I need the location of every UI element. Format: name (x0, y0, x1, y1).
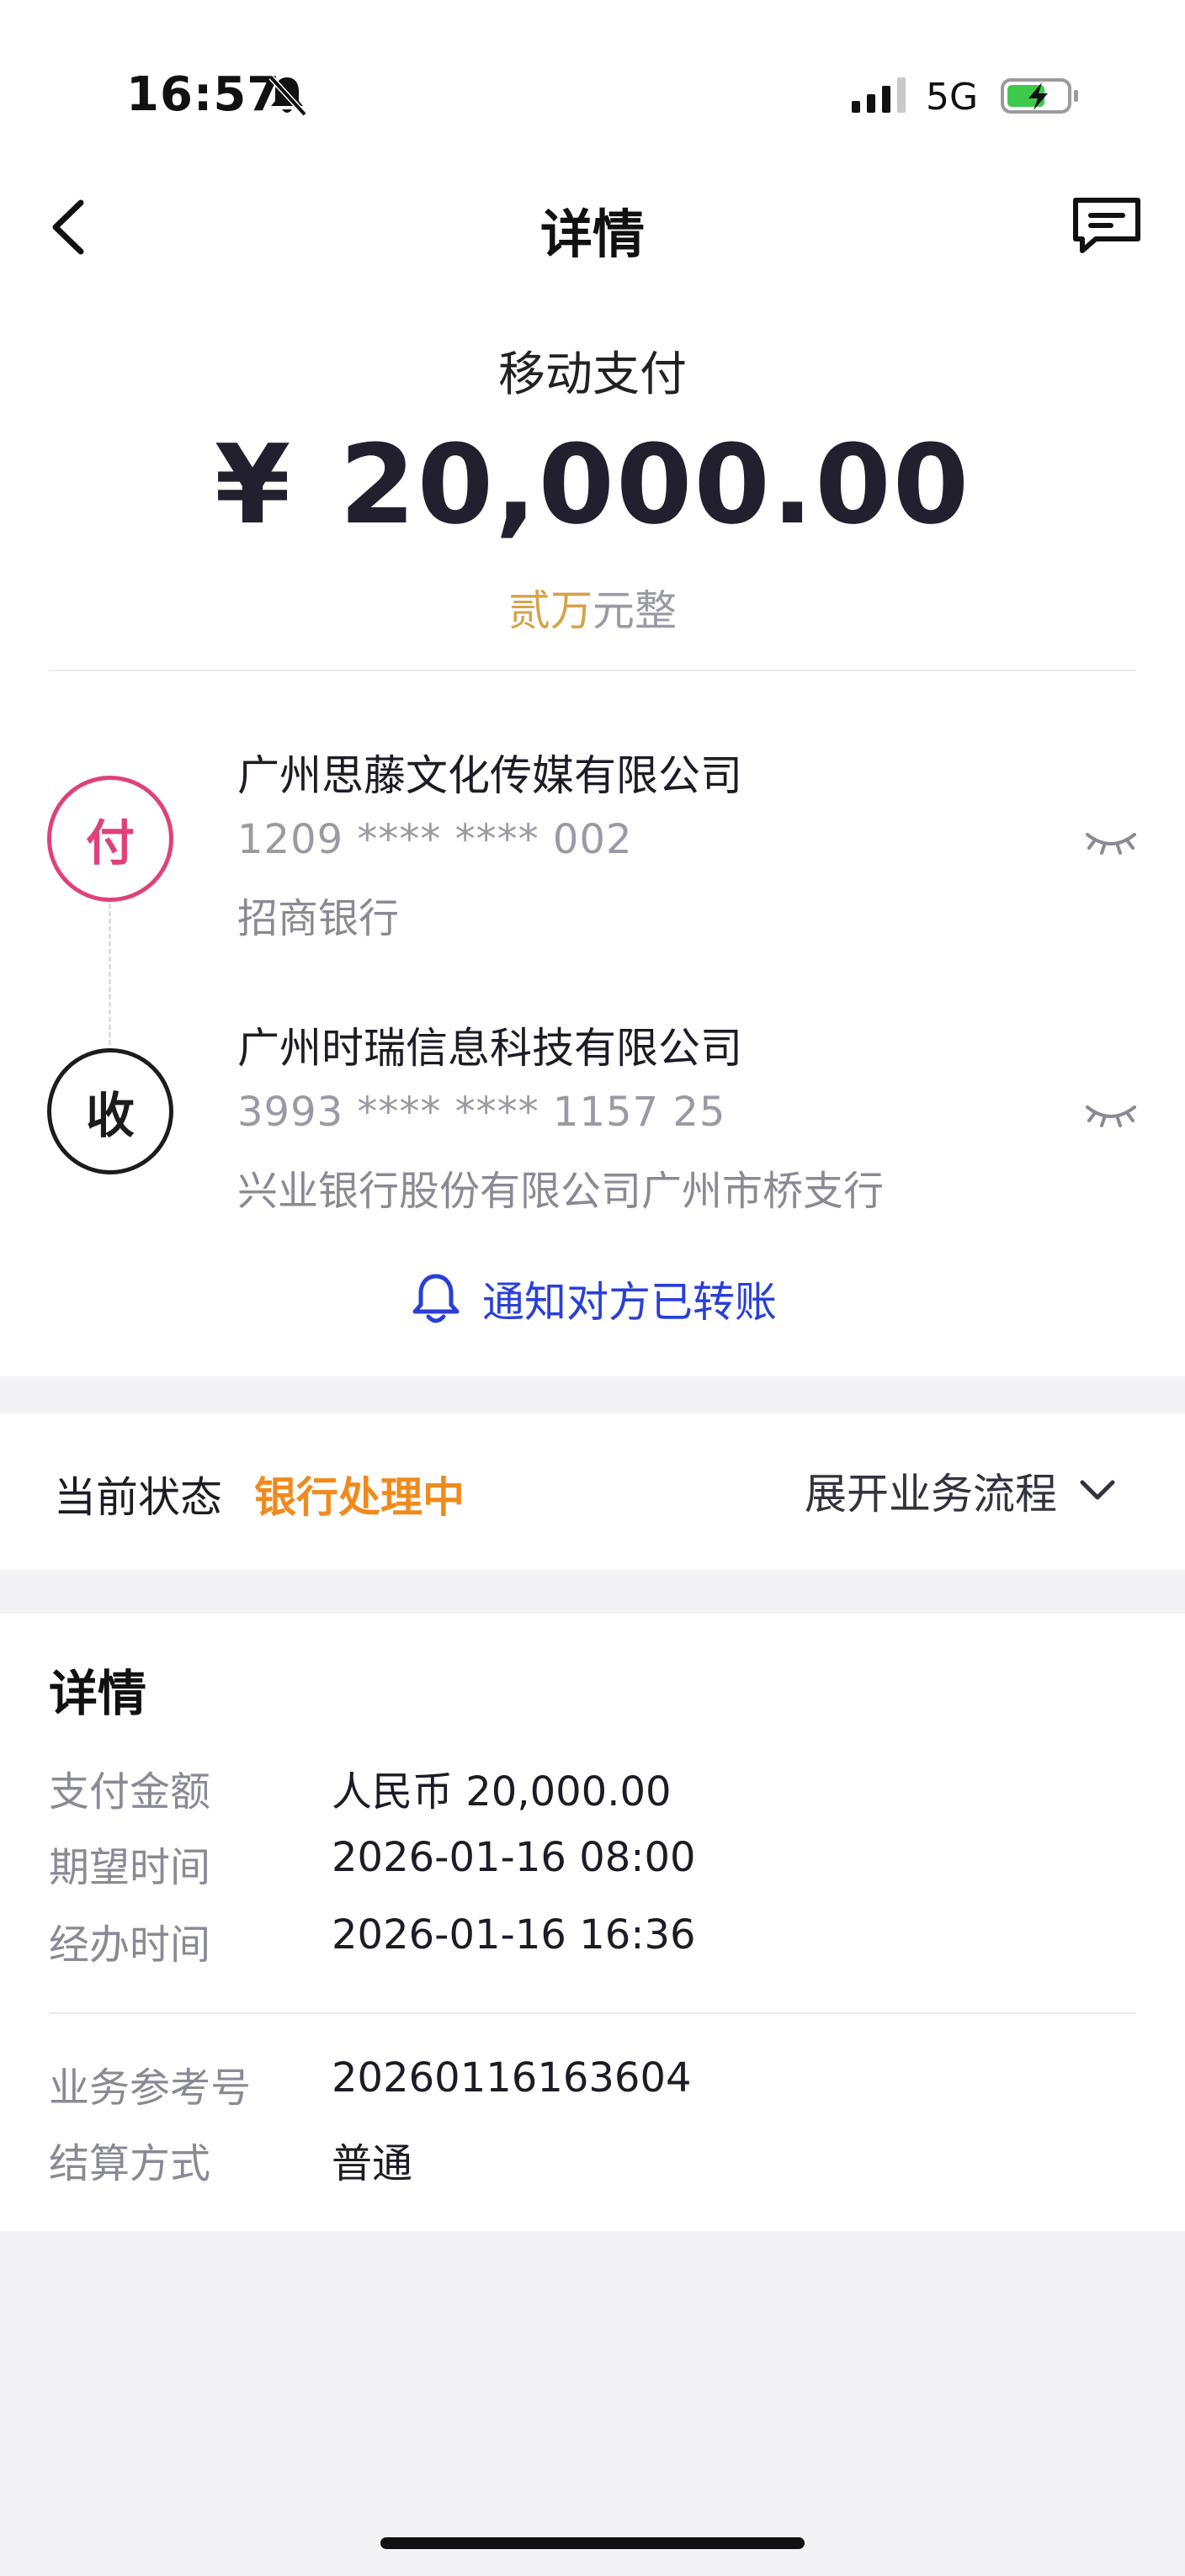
eye-closed-icon[interactable] (1084, 1099, 1138, 1132)
detail-value-amount: 人民币 20,000.00 (332, 1768, 672, 1815)
network-label: 5G (926, 76, 979, 119)
amount-display: ¥20,000.00 (0, 421, 1185, 549)
detail-label-amount: 支付金额 (49, 1768, 211, 1815)
bell-off-icon (268, 75, 307, 117)
bell-icon (412, 1274, 460, 1323)
expand-workflow-button[interactable]: 展开业务流程 (805, 1460, 1116, 1521)
details-title: 详情 (49, 1665, 147, 1722)
payment-type: 移动支付 (498, 347, 687, 402)
home-indicator[interactable] (380, 2537, 805, 2549)
detail-label-settlement: 结算方式 (49, 2140, 211, 2187)
detail-label-handled-time: 经办时间 (49, 1921, 211, 1969)
currency-symbol: ¥ (214, 421, 293, 549)
status-card: 当前状态 银行处理中 展开业务流程 (0, 1413, 1185, 1570)
chevron-down-icon (1080, 1480, 1115, 1500)
message-icon[interactable] (1071, 195, 1143, 254)
eye-closed-icon[interactable] (1084, 826, 1138, 860)
amount-value: 20,000.00 (339, 421, 971, 549)
payee-name: 广州时瑞信息科技有限公司 (237, 1024, 742, 1073)
status-label: 当前状态 (54, 1473, 222, 1522)
detail-value-settlement: 普通 (332, 2140, 413, 2187)
notify-label: 通知对方已转账 (482, 1278, 777, 1327)
detail-label-reference: 业务参考号 (49, 2065, 252, 2112)
divider (49, 670, 1136, 671)
payee-account: 3993 **** **** 1157 25 (237, 1089, 726, 1136)
payer-badge: 付 (47, 776, 173, 902)
amount-words-highlight: 贰万 (508, 586, 592, 635)
battery-charging-icon (1001, 78, 1078, 114)
flow-connector (109, 904, 111, 1045)
notify-transfer-button[interactable]: 通知对方已转账 (0, 1269, 1185, 1329)
payer-bank: 招商银行 (237, 895, 400, 942)
expand-workflow-label: 展开业务流程 (805, 1470, 1057, 1519)
detail-value-reference: 20260116163604 (332, 2054, 692, 2102)
signal-icon (852, 77, 906, 113)
detail-value-expected-time: 2026-01-16 08:00 (332, 1834, 696, 1881)
payer-name: 广州思藤文化传媒有限公司 (237, 751, 742, 800)
detail-label-expected-time: 期望时间 (49, 1844, 211, 1891)
details-card: 详情 支付金额 人民币 20,000.00 期望时间 2026-01-16 08… (0, 1614, 1185, 2231)
amount-in-words: 贰万元整 (0, 577, 1185, 638)
page-title: 详情 (539, 204, 645, 265)
divider (49, 2012, 1136, 2014)
status-badge: 银行处理中 (254, 1473, 465, 1522)
payer-account: 1209 **** **** 002 (237, 816, 633, 863)
status-time: 16:57 (126, 67, 281, 122)
amount-words-rest: 元整 (592, 586, 677, 635)
payee-bank: 兴业银行股份有限公司广州市桥支行 (237, 1168, 885, 1215)
payee-badge: 收 (47, 1048, 173, 1174)
detail-value-handled-time: 2026-01-16 16:36 (332, 1911, 696, 1959)
